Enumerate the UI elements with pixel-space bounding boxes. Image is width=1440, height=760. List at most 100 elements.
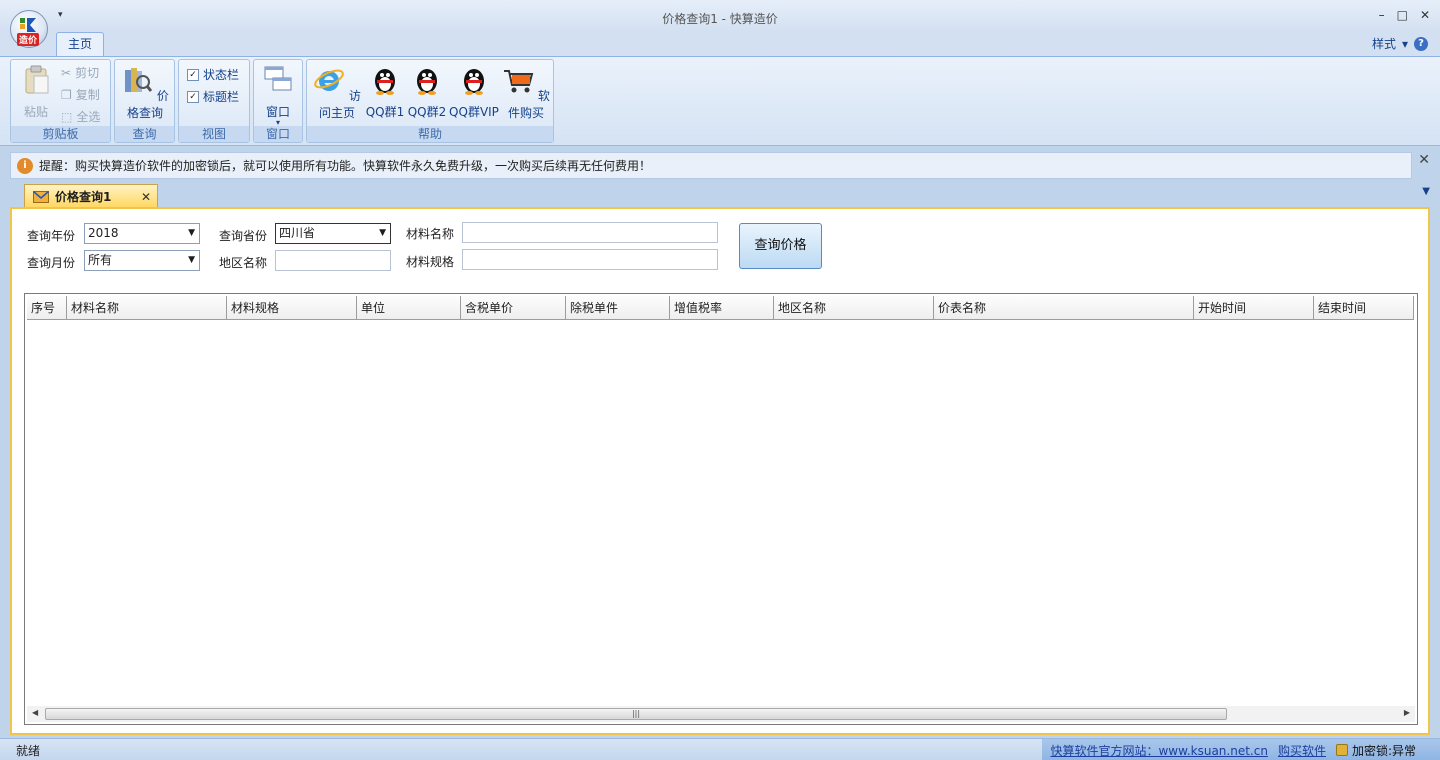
status-bar-toggle[interactable]: ✓ 状态栏	[187, 66, 239, 83]
scroll-left-icon[interactable]: ◀	[32, 708, 38, 717]
select-all-label: 全选	[76, 110, 101, 124]
status-bar-checkbox[interactable]: ✓	[187, 68, 199, 81]
select-all-icon: ⬚	[61, 109, 73, 124]
cut-button[interactable]: ✂ 剪切	[61, 64, 99, 81]
qq-group-1-button[interactable]: QQ群1	[365, 64, 405, 120]
year-label: 查询年份	[27, 229, 76, 243]
minimize-button[interactable]: –	[1379, 8, 1385, 22]
notice-close-icon[interactable]: ✕	[1418, 152, 1430, 168]
group-window: 窗口 ▾ 窗口	[253, 59, 303, 143]
paste-button[interactable]: 粘贴	[19, 64, 53, 120]
column-header[interactable]: 材料规格	[227, 296, 357, 320]
buy-software-button[interactable]: 软件购买	[501, 64, 551, 121]
dropdown-arrow-icon: ▼	[379, 228, 386, 238]
copy-button[interactable]: ❐ 复制	[61, 86, 100, 103]
column-header[interactable]: 单位	[357, 296, 461, 320]
group-view: ✓ 状态栏 ✓ 标题栏 视图	[178, 59, 250, 143]
close-button[interactable]: ✕	[1420, 8, 1430, 22]
visit-home-button[interactable]: 访问主页	[311, 64, 363, 121]
status-bar-label: 状态栏	[203, 68, 240, 82]
envelope-icon	[33, 190, 49, 203]
qq-group-2-button[interactable]: QQ群2	[407, 64, 447, 120]
app-menu-button[interactable]: 造价	[10, 10, 48, 48]
material-spec-input[interactable]	[462, 249, 718, 270]
window-label: 窗口	[265, 105, 290, 119]
help-icon[interactable]: ?	[1414, 36, 1428, 51]
year-select[interactable]: 2018 ▼	[84, 223, 200, 244]
horizontal-scrollbar[interactable]: ◀ ||| ▶	[27, 706, 1415, 722]
maximize-button[interactable]: □	[1397, 8, 1408, 22]
column-header[interactable]: 含税单价	[461, 296, 566, 320]
windows-icon	[264, 66, 292, 91]
copy-icon: ❐	[61, 87, 72, 102]
ie-browser-icon	[314, 69, 344, 91]
qq-group-vip-button[interactable]: QQ群VIP	[449, 64, 499, 120]
column-header[interactable]: 除税单件	[566, 296, 670, 320]
buy-software-link[interactable]: 购买软件	[1278, 742, 1326, 759]
paste-label: 粘贴	[23, 105, 48, 119]
material-name-input[interactable]	[462, 222, 718, 243]
title-bar-toggle[interactable]: ✓ 标题栏	[187, 88, 239, 105]
scissors-icon: ✂	[61, 65, 72, 80]
price-table[interactable]: 序号 材料名称 材料规格 单位 含税单价 除税单件 增值税率 地区名称 价表名称…	[24, 293, 1418, 725]
dropdown-arrow-icon: ▼	[188, 228, 195, 238]
qq-penguin-icon	[417, 69, 437, 95]
shopping-cart-icon	[504, 70, 534, 93]
column-header[interactable]: 序号	[27, 296, 67, 320]
region-input[interactable]	[275, 250, 391, 271]
title-bar-label: 标题栏	[203, 90, 240, 104]
group-label-help: 帮助	[307, 126, 553, 142]
info-icon: i	[17, 157, 33, 174]
official-site-link[interactable]: 快算软件官方网站：www.ksuan.net.cn	[1050, 742, 1267, 759]
scroll-right-icon[interactable]: ▶	[1404, 708, 1410, 717]
window-controls: – □ ✕	[1379, 8, 1430, 22]
window-title: 价格查询1 - 快算造价	[662, 12, 778, 26]
group-label-query: 查询	[115, 126, 174, 142]
province-select[interactable]: 四川省 ▼	[275, 223, 391, 244]
column-header[interactable]: 价表名称	[934, 296, 1194, 320]
close-tab-icon[interactable]: ✕	[141, 190, 151, 204]
style-menu[interactable]: 样式 ▾ ?	[1372, 35, 1428, 52]
app-logo-label: 造价	[17, 33, 40, 46]
column-header[interactable]: 地区名称	[774, 296, 934, 320]
material-spec-label: 材料规格	[406, 255, 455, 269]
dropdown-arrow-icon: ▼	[188, 255, 195, 265]
books-search-icon	[125, 68, 153, 92]
document-tab-row: 价格查询1 ✕	[10, 184, 1432, 208]
column-header[interactable]: 开始时间	[1194, 296, 1314, 320]
column-header[interactable]: 结束时间	[1314, 296, 1414, 320]
month-label: 查询月份	[27, 256, 76, 270]
query-price-button[interactable]: 查询价格	[739, 223, 822, 269]
table-header: 序号 材料名称 材料规格 单位 含税单价 除税单件 增值税率 地区名称 价表名称…	[27, 296, 1414, 320]
group-label-window: 窗口	[254, 126, 302, 142]
qq-penguin-icon	[464, 69, 484, 95]
notice-text: 提醒：购买快算造价软件的加密锁后，就可以使用所有功能。快算软件永久免费升级，一次…	[39, 159, 652, 173]
ribbon: 粘贴 ✂ 剪切 ❐ 复制 ⬚ 全选 剪贴板 价格查询 查询 ✓ 状态栏 ✓ 标题…	[0, 56, 1440, 146]
column-header[interactable]: 增值税率	[670, 296, 774, 320]
title-bar-checkbox[interactable]: ✓	[187, 90, 199, 103]
title-bar: ▾ 价格查询1 - 快算造价 – □ ✕	[0, 0, 1440, 32]
doc-tab-label: 价格查询1	[55, 190, 112, 204]
status-right-section: 快算软件官方网站：www.ksuan.net.cn 购买软件 加密锁:异常	[1042, 739, 1440, 760]
price-query-button[interactable]: 价格查询	[119, 64, 171, 121]
chevron-down-icon: ▾	[1401, 36, 1408, 51]
window-menu-button[interactable]: 窗口 ▾	[262, 64, 294, 127]
qq-group-1-label: QQ群1	[365, 105, 405, 119]
month-select[interactable]: 所有 ▼	[84, 250, 200, 271]
status-bar: 就绪 快算软件官方网站：www.ksuan.net.cn 购买软件 加密锁:异常	[0, 738, 1440, 760]
tab-price-query-1[interactable]: 价格查询1 ✕	[24, 184, 158, 208]
year-value: 2018	[88, 226, 119, 240]
group-query: 价格查询 查询	[114, 59, 175, 143]
tab-list-dropdown-icon[interactable]: ▼	[1422, 186, 1430, 197]
group-label-clipboard: 剪贴板	[11, 126, 110, 142]
select-all-button[interactable]: ⬚ 全选	[61, 108, 100, 125]
tab-home[interactable]: 主页	[56, 32, 104, 56]
column-header[interactable]: 材料名称	[67, 296, 227, 320]
province-label: 查询省份	[219, 229, 268, 243]
scrollbar-thumb[interactable]: |||	[45, 708, 1227, 720]
region-label: 地区名称	[219, 256, 268, 270]
lock-icon	[1335, 744, 1348, 756]
province-value: 四川省	[279, 226, 316, 240]
style-menu-label: 样式	[1371, 37, 1396, 51]
cut-label: 剪切	[75, 66, 100, 80]
